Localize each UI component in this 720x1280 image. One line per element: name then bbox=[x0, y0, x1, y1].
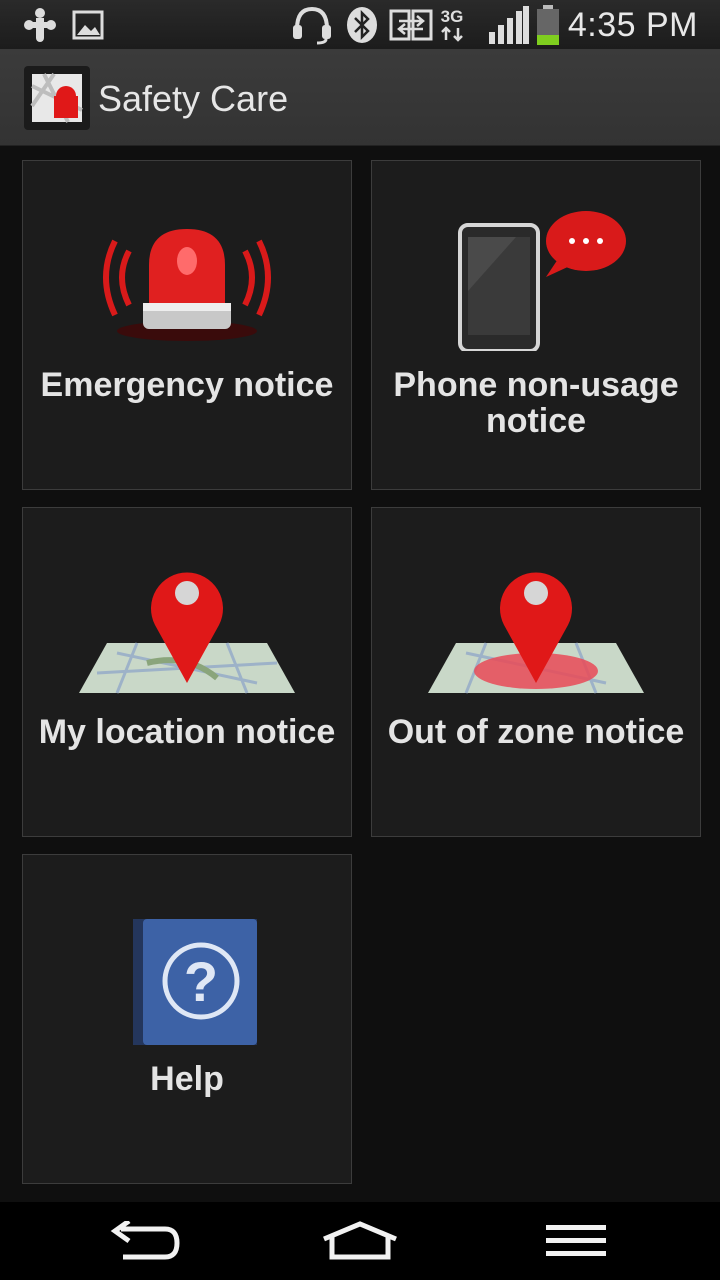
gallery-icon bbox=[70, 6, 106, 44]
out-of-zone-notice-tile[interactable]: Out of zone notice bbox=[371, 507, 701, 837]
svg-text:?: ? bbox=[184, 950, 218, 1013]
menu-icon bbox=[546, 1225, 606, 1256]
signal-icon bbox=[486, 6, 530, 44]
phone-non-usage-notice-tile[interactable]: Phone non-usage notice bbox=[371, 160, 701, 490]
tile-label: Help bbox=[150, 1060, 224, 1098]
data-sync-icon bbox=[388, 6, 434, 44]
back-button[interactable] bbox=[74, 1202, 214, 1280]
status-bar: 3G 4:35 PM bbox=[0, 0, 720, 50]
menu-button[interactable] bbox=[506, 1202, 646, 1280]
phone-message-icon bbox=[372, 191, 700, 371]
menu-grid: Emergency notice Phone non-usage notice bbox=[0, 146, 720, 1202]
emergency-notice-tile[interactable]: Emergency notice bbox=[22, 160, 352, 490]
help-book-icon: ? bbox=[23, 885, 351, 1065]
tile-label: My location notice bbox=[38, 713, 336, 751]
back-icon bbox=[110, 1221, 180, 1260]
network-type-label: 3G bbox=[440, 7, 464, 26]
network-3g-icon: 3G bbox=[436, 6, 468, 44]
safety-care-logo-icon bbox=[24, 66, 90, 130]
tile-label: Phone non-usage notice bbox=[393, 366, 679, 440]
usb-debug-icon bbox=[20, 6, 60, 44]
battery-icon bbox=[534, 5, 562, 45]
bluetooth-icon bbox=[344, 6, 380, 44]
help-tile[interactable]: ? Help bbox=[22, 854, 352, 1184]
my-location-notice-tile[interactable]: My location notice bbox=[22, 507, 352, 837]
navigation-bar bbox=[0, 1202, 720, 1280]
map-zone-icon bbox=[372, 538, 700, 718]
home-icon bbox=[323, 1221, 397, 1260]
tile-label: Out of zone notice bbox=[387, 713, 685, 751]
headset-icon bbox=[290, 6, 334, 45]
status-time: 4:35 PM bbox=[567, 6, 698, 44]
tile-label: Emergency notice bbox=[40, 366, 334, 404]
app-title: Safety Care bbox=[98, 78, 289, 119]
home-button[interactable] bbox=[290, 1202, 430, 1280]
map-pin-icon bbox=[23, 538, 351, 718]
app-bar: Safety Care bbox=[0, 50, 720, 146]
siren-icon bbox=[23, 191, 351, 371]
